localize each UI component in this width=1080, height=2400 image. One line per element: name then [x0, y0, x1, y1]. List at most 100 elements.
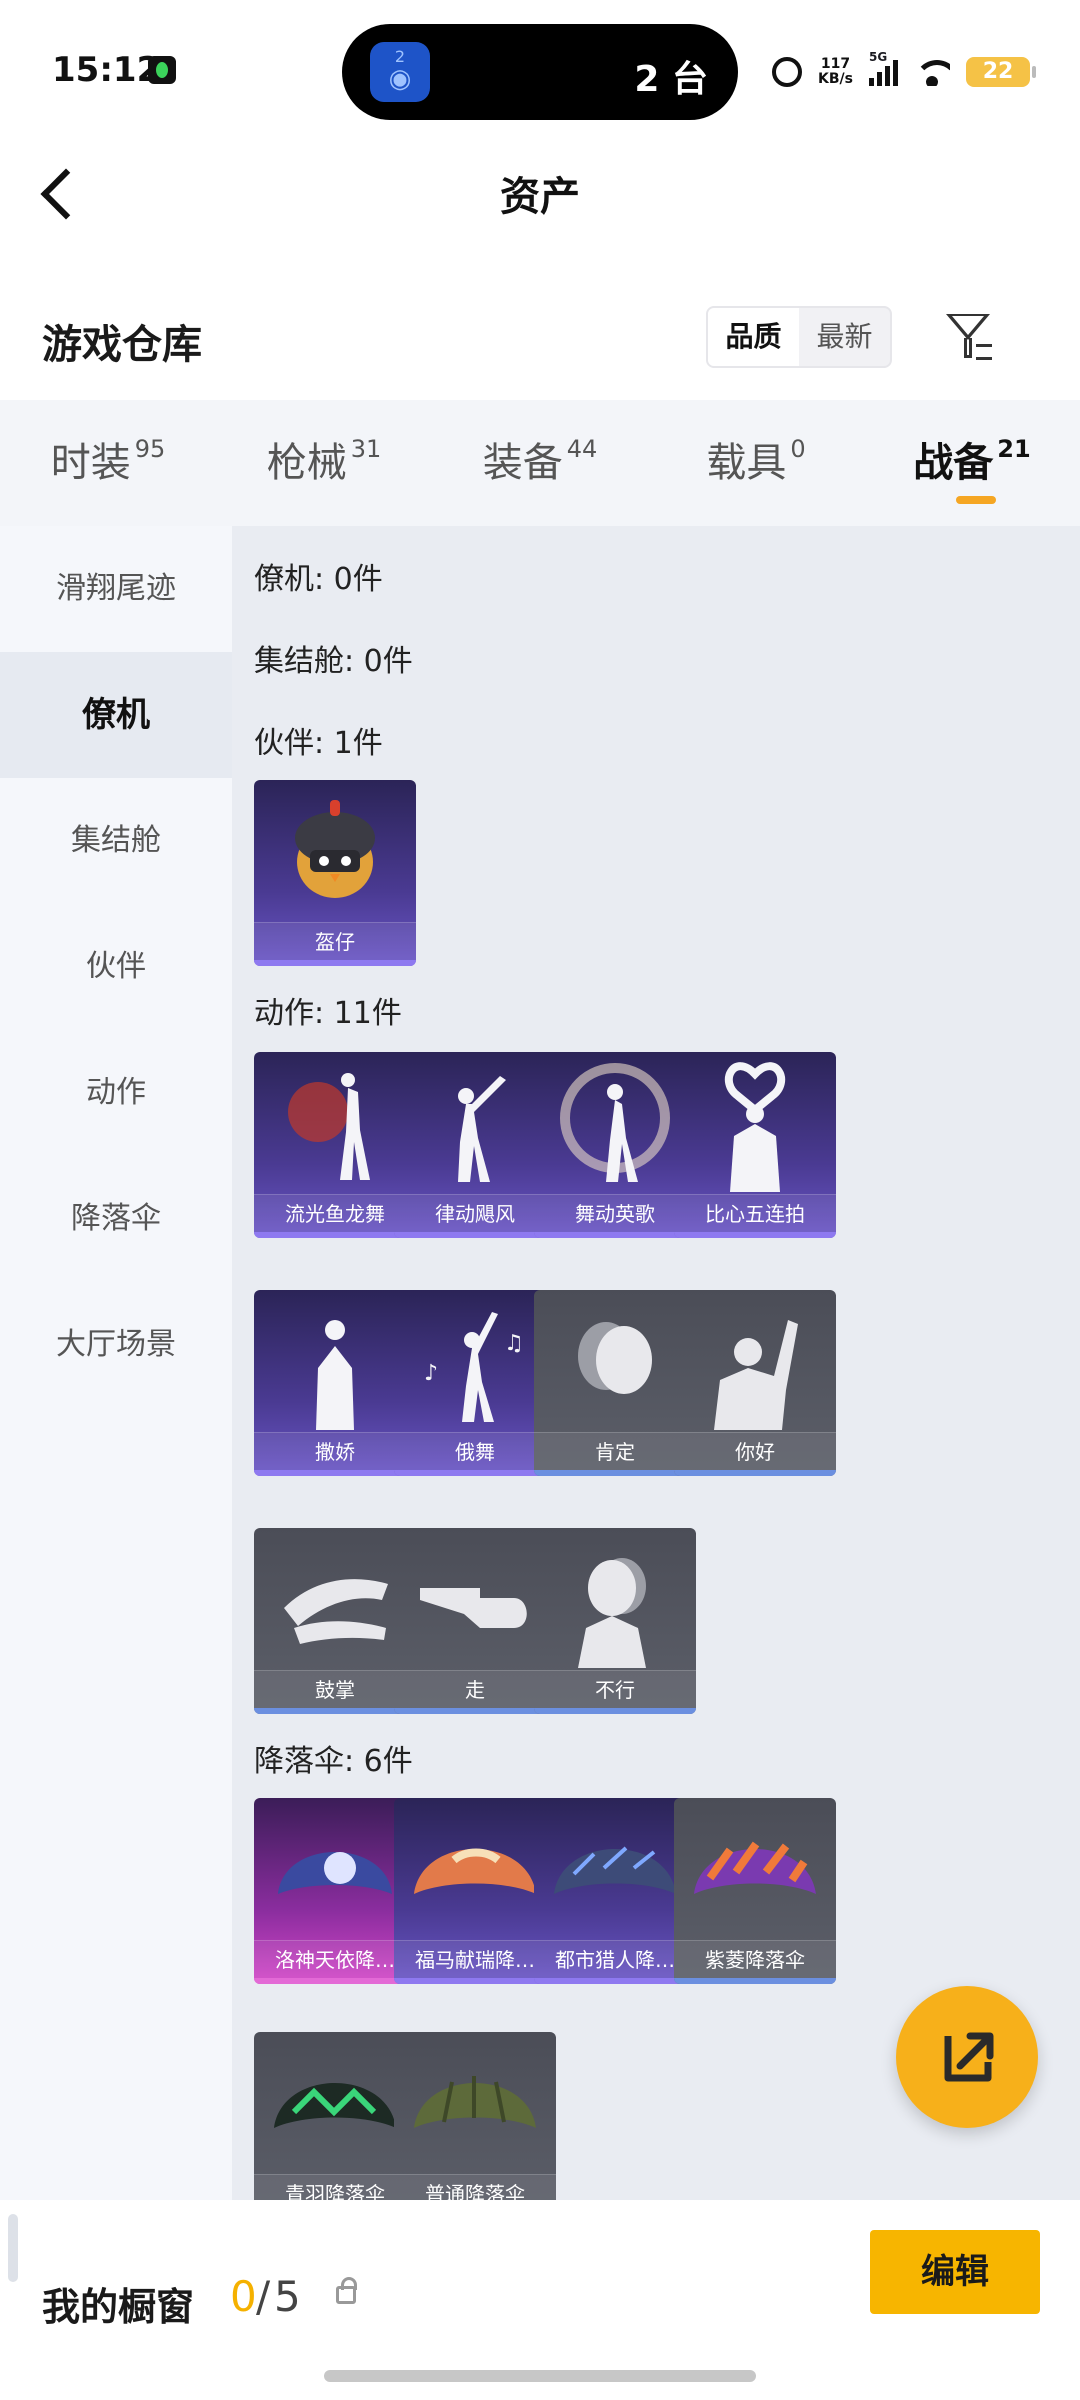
svg-text:♪: ♪ [424, 1361, 438, 1386]
external-link-icon [944, 2032, 994, 2082]
sort-option-newest[interactable]: 最新 [799, 308, 890, 366]
item-card[interactable]: 洛神天依降… [254, 1798, 416, 1984]
section-header-partner: 伙伴: 1件 [254, 726, 383, 761]
item-card[interactable]: ♪ ♫ 俄舞 [394, 1290, 556, 1476]
showcase-count-separator: / [256, 2272, 271, 2321]
item-name: 律动飓风 [394, 1194, 556, 1232]
dancer-silhouette-image [288, 1073, 370, 1180]
section-header-wingman: 僚机: 0件 [254, 562, 383, 597]
notification-app-icon [148, 56, 176, 84]
parachute-image [414, 1848, 536, 1894]
item-card[interactable]: 福马献瑞降… [394, 1798, 556, 1984]
showcase-label: 我的橱窗 [42, 2285, 195, 2329]
showcase-used-count: 0 [230, 2272, 257, 2321]
item-card[interactable]: 不行 [534, 1528, 696, 1714]
helmet-chick-image [295, 800, 375, 898]
tab-label: 装备 [482, 440, 563, 486]
sidebar-item-partner[interactable]: 伙伴 [0, 904, 232, 1030]
item-card[interactable]: 普通降落伞 [394, 2032, 556, 2200]
clapping-hands-image [284, 1579, 388, 1644]
sidebar-item-wingman[interactable]: 僚机 [0, 652, 232, 778]
item-grid-panel[interactable]: 僚机: 0件 集结舱: 0件 伙伴: 1件 盔仔 动作: 11件 流光鱼龙舞 律… [232, 526, 1080, 2200]
item-name: 紫菱降落伞 [674, 1940, 836, 1978]
item-name: 鼓掌 [254, 1670, 416, 1708]
filter-icon[interactable] [940, 310, 1000, 368]
edit-button[interactable]: 编辑 [870, 2230, 1040, 2314]
item-card[interactable]: 你好 [674, 1290, 836, 1476]
item-card[interactable]: 都市猎人降… [534, 1798, 696, 1984]
item-card[interactable]: 走 [394, 1528, 556, 1714]
tab-count: 95 [134, 435, 166, 463]
warehouse-title: 游戏仓库 [42, 322, 202, 368]
item-name: 流光鱼龙舞 [254, 1194, 416, 1232]
network-speed-unit: KB/s [818, 71, 853, 87]
network-speed-value: 117 [820, 56, 851, 72]
item-name: 你好 [674, 1432, 836, 1470]
dynamic-island[interactable]: 2 ◉ 2 台 [342, 24, 738, 120]
item-name: 不行 [534, 1670, 696, 1708]
item-name: 俄舞 [394, 1432, 556, 1470]
item-card[interactable]: 紫菱降落伞 [674, 1798, 836, 1984]
pointing-hand-image [420, 1588, 527, 1628]
svg-text:♫: ♫ [504, 1331, 524, 1356]
signal-icon: 5G [869, 50, 898, 86]
drawer-handle[interactable] [8, 2214, 18, 2282]
head-shake-image [578, 1558, 646, 1668]
category-sidebar: 滑翔尾迹 僚机 集结舱 伙伴 动作 降落伞 大厅场景 [0, 526, 232, 2200]
wifi-icon [914, 58, 950, 86]
home-indicator[interactable] [324, 2370, 756, 2382]
page-title: 资产 [500, 174, 580, 220]
tab-battle-prep[interactable]: 战备 21 [864, 400, 1080, 526]
tab-fashion[interactable]: 时装 95 [0, 400, 216, 526]
tab-label: 战备 [913, 440, 994, 486]
item-card[interactable]: 盔仔 [254, 780, 416, 966]
showcase-total-count: 5 [274, 2272, 301, 2321]
sort-option-quality[interactable]: 品质 [708, 308, 799, 366]
system-indicators: 117 KB/s 5G 22 [772, 50, 1036, 92]
status-time: 15:12 [52, 50, 161, 90]
alarm-icon [772, 57, 803, 87]
item-card[interactable]: 肯定 [534, 1290, 696, 1476]
item-card[interactable]: 青羽降落伞 [254, 2032, 416, 2200]
tab-equipment[interactable]: 装备 44 [432, 400, 648, 526]
section-header-emote: 动作: 11件 [254, 996, 402, 1031]
heart-hands-silhouette-image [724, 1062, 786, 1192]
item-card[interactable]: 流光鱼龙舞 [254, 1052, 416, 1238]
item-name: 福马献瑞降… [394, 1940, 556, 1978]
device-count: 2 台 [634, 59, 708, 100]
parachute-image [694, 1841, 816, 1894]
item-name: 普通降落伞 [394, 2174, 556, 2200]
tab-label: 时装 [50, 440, 131, 486]
warehouse-bar: 游戏仓库 品质 最新 [0, 290, 1080, 390]
tab-weapons[interactable]: 枪械 31 [216, 400, 432, 526]
nodding-head-image [578, 1322, 652, 1394]
dancer-silhouette-image [458, 1076, 506, 1182]
page-header: 资产 [0, 140, 1080, 240]
shy-pose-silhouette-image [316, 1320, 354, 1430]
item-card[interactable]: 舞动英歌 [534, 1052, 696, 1238]
item-card[interactable]: 律动飓风 [394, 1052, 556, 1238]
sidebar-item-pod[interactable]: 集结舱 [0, 778, 232, 904]
sidebar-item-lobby-scene[interactable]: 大厅场景 [0, 1282, 232, 1408]
tab-vehicles[interactable]: 载具 0 [648, 400, 864, 526]
waving-figure-image [714, 1320, 798, 1430]
tab-count: 31 [350, 435, 382, 463]
tab-label: 载具 [706, 440, 787, 486]
showcase-bar: 我的橱窗 0 / 5 编辑 [0, 2200, 1080, 2400]
item-card[interactable]: 比心五连拍 [674, 1052, 836, 1238]
share-button[interactable] [896, 1986, 1038, 2128]
sidebar-item-glide-trail[interactable]: 滑翔尾迹 [0, 526, 232, 652]
item-name: 走 [394, 1670, 556, 1708]
item-name: 洛神天依降… [254, 1940, 416, 1978]
item-name: 盔仔 [254, 922, 416, 960]
item-name: 舞动英歌 [534, 1194, 696, 1232]
status-bar: 15:12 2 ◉ 2 台 117 KB/s 5G 22 [0, 0, 1080, 140]
sidebar-item-emote[interactable]: 动作 [0, 1030, 232, 1156]
item-card[interactable]: 撒娇 [254, 1290, 416, 1476]
tab-count: 0 [790, 435, 806, 463]
item-name: 肯定 [534, 1432, 696, 1470]
item-card[interactable]: 鼓掌 [254, 1528, 416, 1714]
dancer-silhouette-image [560, 1063, 670, 1182]
sidebar-item-parachute[interactable]: 降落伞 [0, 1156, 232, 1282]
sort-toggle: 品质 最新 [706, 306, 892, 368]
